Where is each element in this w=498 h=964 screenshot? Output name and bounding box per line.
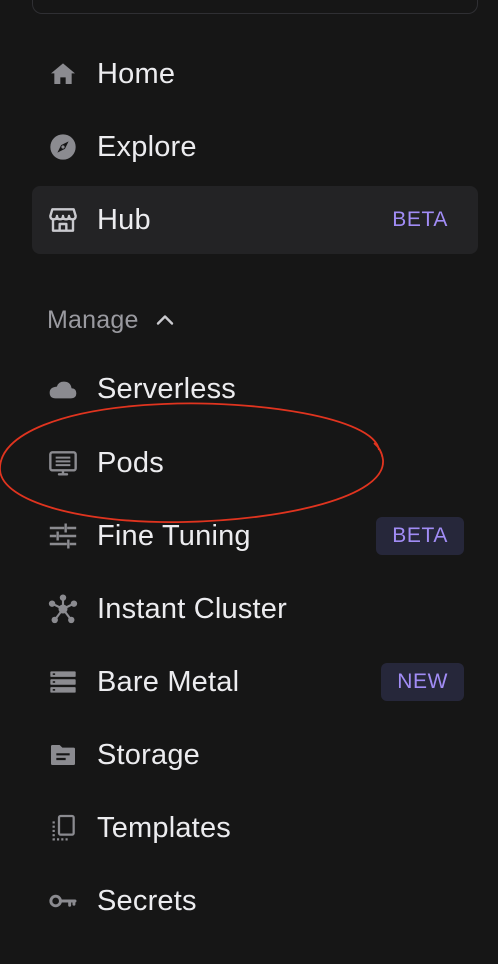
nav-item-label: Instant Cluster [97, 592, 287, 625]
nav-item-explore[interactable]: Explore [32, 113, 478, 181]
section-title: Manage [47, 305, 139, 334]
cloud-icon [47, 373, 79, 405]
nav-item-label: Storage [97, 738, 200, 771]
nav-item-label: Secrets [97, 884, 197, 917]
manage-section-toggle[interactable]: Manage [47, 300, 177, 340]
beta-badge: BETA [376, 517, 464, 555]
monitor-icon [47, 447, 79, 479]
search-box[interactable] [32, 0, 478, 14]
nav-item-serverless[interactable]: Serverless [32, 355, 478, 423]
key-icon [47, 885, 79, 917]
nav-item-label: Hub [97, 203, 151, 236]
sliders-icon [47, 520, 79, 552]
compass-icon [47, 131, 79, 163]
nav-item-bare-metal[interactable]: Bare Metal NEW [32, 648, 478, 716]
nav-item-templates[interactable]: Templates [32, 794, 478, 862]
nav-item-label: Explore [97, 130, 197, 163]
nav-item-pods[interactable]: Pods [32, 429, 478, 497]
nav-item-home[interactable]: Home [32, 40, 478, 108]
server-rack-icon [47, 666, 79, 698]
nav-item-label: Bare Metal [97, 665, 240, 698]
folder-icon [47, 739, 79, 771]
storefront-icon [47, 204, 79, 236]
templates-icon [47, 812, 79, 844]
chevron-up-icon [156, 315, 173, 325]
cluster-icon [47, 593, 79, 625]
new-badge: NEW [381, 663, 464, 701]
home-icon [47, 58, 79, 90]
beta-badge: BETA [392, 208, 448, 231]
nav-item-label: Pods [97, 446, 164, 479]
nav-item-storage[interactable]: Storage [32, 721, 478, 789]
nav-item-label: Templates [97, 811, 231, 844]
nav-item-hub[interactable]: Hub BETA [32, 186, 478, 254]
nav-item-secrets[interactable]: Secrets [32, 867, 478, 935]
nav-item-label: Home [97, 57, 176, 90]
nav-item-label: Serverless [97, 372, 236, 405]
nav-item-instant-cluster[interactable]: Instant Cluster [32, 575, 478, 643]
nav-item-fine-tuning[interactable]: Fine Tuning BETA [32, 502, 478, 570]
nav-item-label: Fine Tuning [97, 519, 251, 552]
